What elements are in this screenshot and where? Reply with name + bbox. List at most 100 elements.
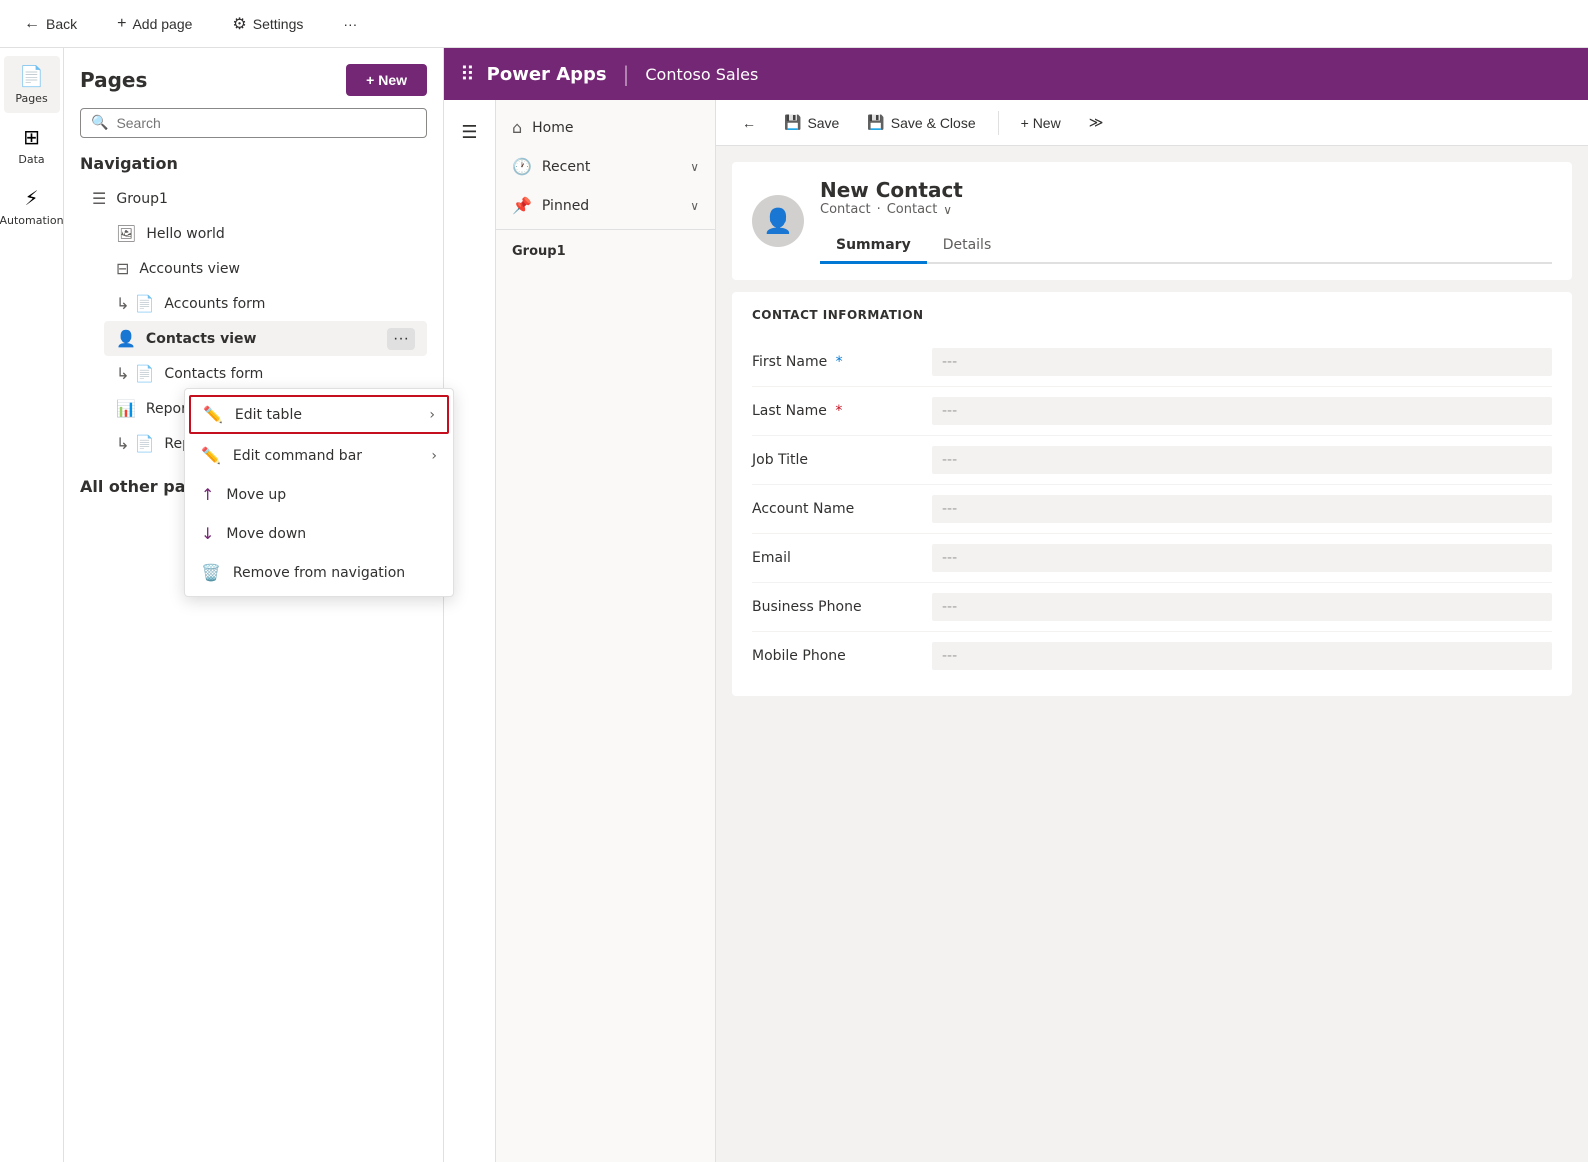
last-name-value[interactable]: --- — [932, 397, 1552, 425]
pinned-chevron: ∨ — [690, 199, 699, 213]
sidebar-item-automation[interactable]: ⚡ Automation — [4, 178, 60, 235]
job-title-value[interactable]: --- — [932, 446, 1552, 474]
image-icon: 🖼 — [116, 224, 136, 243]
app-topbar: ⠿ Power Apps | Contoso Sales — [444, 48, 1588, 100]
pinned-icon: 📌 — [512, 196, 532, 215]
context-menu-edit-table[interactable]: ✏️ Edit table › — [189, 395, 449, 434]
first-name-value[interactable]: --- — [932, 348, 1552, 376]
back-label: Back — [46, 16, 77, 32]
automation-icon: ⚡ — [24, 186, 38, 210]
main-layout: 📄 Pages ⊞ Data ⚡ Automation Pages + New … — [0, 48, 1588, 1162]
nav-item-group1[interactable]: ☰ Group1 — [80, 181, 427, 216]
search-input[interactable] — [116, 115, 416, 131]
new-record-label: + New — [1021, 115, 1061, 131]
app-menu-divider — [496, 229, 715, 230]
last-name-required: * — [835, 403, 842, 419]
edit-command-bar-icon: ✏️ — [201, 446, 221, 465]
context-menu-move-up[interactable]: ↑ Move up — [185, 475, 453, 514]
back-icon: ← — [24, 15, 40, 33]
pages-icon: 📄 — [19, 64, 44, 88]
form-back-button[interactable]: ← — [732, 109, 766, 137]
contact-sub: Contact · Contact ∨ — [820, 202, 1552, 217]
move-up-icon: ↑ — [201, 485, 214, 504]
remove-nav-icon: 🗑️ — [201, 563, 221, 582]
save-label: Save — [807, 115, 839, 131]
person-icon: 👤 — [116, 329, 136, 348]
form-icon: ↳ 📄 — [116, 294, 154, 313]
table-icon: ⊟ — [116, 259, 129, 278]
nav-item-contacts-form[interactable]: ↳ 📄 Contacts form — [104, 356, 427, 391]
new-record-button[interactable]: + New — [1011, 109, 1071, 137]
contact-sub2[interactable]: Contact — [887, 202, 938, 217]
job-title-label: Job Title — [752, 452, 808, 468]
new-page-button[interactable]: + New — [346, 64, 427, 96]
save-close-label: Save & Close — [891, 115, 976, 131]
app-hamburger-icon[interactable]: ☰ — [450, 112, 490, 152]
settings-button[interactable]: ⚙ Settings — [224, 10, 311, 38]
forward-button[interactable]: ≫ — [1079, 108, 1114, 137]
nav-contacts-form-label: Contacts form — [164, 366, 415, 382]
nav-item-accounts-form[interactable]: ↳ 📄 Accounts form — [104, 286, 427, 321]
contact-info-section: CONTACT INFORMATION First Name * --- — [732, 292, 1572, 696]
context-menu-move-down[interactable]: ↓ Move down — [185, 514, 453, 553]
form-back-icon: ← — [742, 115, 756, 131]
toolbar-divider — [998, 111, 999, 135]
more-button[interactable]: ··· — [335, 12, 365, 36]
app-name: Power Apps — [487, 64, 607, 85]
form-tabs: Summary Details — [820, 229, 1552, 264]
field-email: Email --- — [752, 534, 1552, 583]
nav-item-contacts-view[interactable]: 👤 Contacts view ··· — [104, 321, 427, 356]
account-name-value[interactable]: --- — [932, 495, 1552, 523]
edit-command-bar-label: Edit command bar — [233, 448, 419, 464]
business-phone-value[interactable]: --- — [932, 593, 1552, 621]
email-value[interactable]: --- — [932, 544, 1552, 572]
nav-group1-label: Group1 — [116, 191, 415, 207]
tab-details[interactable]: Details — [927, 229, 1008, 264]
account-name-label: Account Name — [752, 501, 854, 517]
edit-table-label: Edit table — [235, 407, 417, 423]
save-button[interactable]: 💾 Save — [774, 108, 849, 137]
nav-accounts-form-label: Accounts form — [164, 296, 415, 312]
app-menu-recent[interactable]: 🕐 Recent ∨ — [496, 147, 715, 186]
sidebar-pages-label: Pages — [15, 92, 47, 105]
recent-chevron: ∨ — [690, 160, 699, 174]
email-label: Email — [752, 550, 791, 566]
form-toolbar: ← 💾 Save 💾 Save & Close + New — [716, 100, 1588, 146]
context-menu: ✏️ Edit table › ✏️ Edit command bar › ↑ … — [184, 388, 454, 597]
sidebar-item-data[interactable]: ⊞ Data — [4, 117, 60, 174]
forward-icon: ≫ — [1089, 114, 1104, 131]
data-icon: ⊞ — [23, 125, 40, 149]
contact-avatar: 👤 — [752, 195, 804, 247]
contact-sub-chevron: ∨ — [943, 203, 952, 217]
context-menu-remove-nav[interactable]: 🗑️ Remove from navigation — [185, 553, 453, 592]
field-business-phone: Business Phone --- — [752, 583, 1552, 632]
move-down-icon: ↓ — [201, 524, 214, 543]
tab-summary[interactable]: Summary — [820, 229, 927, 264]
recent-label: Recent — [542, 159, 590, 175]
home-icon: ⌂ — [512, 118, 522, 137]
nav-item-accounts-view[interactable]: ⊟ Accounts view — [104, 251, 427, 286]
back-button[interactable]: ← Back — [16, 11, 85, 37]
contact-name: New Contact — [820, 178, 1552, 202]
move-up-label: Move up — [226, 487, 437, 503]
app-menu-pinned[interactable]: 📌 Pinned ∨ — [496, 186, 715, 225]
contact-sub1: Contact — [820, 202, 871, 217]
list-icon: ☰ — [92, 189, 106, 208]
app-preview: ⠿ Power Apps | Contoso Sales ☰ ⌂ Home 🕐 … — [444, 48, 1588, 1162]
contacts-view-more-button[interactable]: ··· — [387, 328, 415, 350]
app-menu-home[interactable]: ⌂ Home — [496, 108, 715, 147]
pinned-label: Pinned — [542, 198, 589, 214]
app-divider: | — [623, 62, 630, 86]
move-down-label: Move down — [226, 526, 437, 542]
icon-sidebar: 📄 Pages ⊞ Data ⚡ Automation — [0, 48, 64, 1162]
sidebar-item-pages[interactable]: 📄 Pages — [4, 56, 60, 113]
sidebar-data-label: Data — [18, 153, 44, 166]
app-grid-icon[interactable]: ⠿ — [460, 62, 475, 86]
nav-item-hello-world[interactable]: 🖼 Hello world — [104, 216, 427, 251]
field-mobile-phone: Mobile Phone --- — [752, 632, 1552, 680]
add-page-button[interactable]: + Add page — [109, 11, 200, 37]
mobile-phone-value[interactable]: --- — [932, 642, 1552, 670]
context-menu-edit-command-bar[interactable]: ✏️ Edit command bar › — [185, 436, 453, 475]
field-account-name: Account Name --- — [752, 485, 1552, 534]
save-close-button[interactable]: 💾 Save & Close — [857, 108, 985, 137]
